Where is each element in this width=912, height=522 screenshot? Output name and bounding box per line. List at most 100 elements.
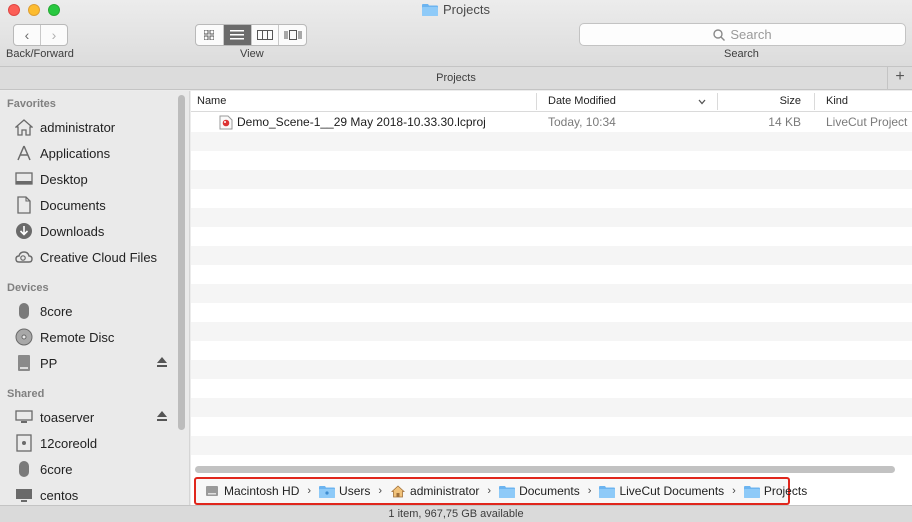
empty-row [191,170,912,189]
empty-row [191,360,912,379]
icon-view-button[interactable] [196,25,223,45]
sidebar-scrollbar[interactable] [178,95,185,430]
sidebar-item-applications[interactable]: Applications [0,141,175,165]
sidebar-item-creative-cloud[interactable]: Creative Cloud Files [0,245,175,269]
empty-row [191,284,912,303]
cover-flow-icon [284,30,302,40]
empty-row [191,341,912,360]
folder-icon [599,484,616,498]
sidebar-item-8core[interactable]: 8core [0,299,175,323]
tab-title: Projects [436,72,476,84]
empty-row [191,189,912,208]
eject-icon[interactable] [157,411,167,421]
home-icon [390,484,406,498]
chevron-right-icon: › [378,485,383,497]
window-title: Projects [0,2,912,19]
empty-row [191,151,912,170]
chevron-right-icon: › [487,485,492,497]
breadcrumb-item-administrator[interactable]: administrator [390,484,479,498]
applications-icon [14,143,34,163]
sidebar-item-6core[interactable]: 6core [0,457,175,481]
back-forward-label: Back/Forward [6,48,74,60]
breadcrumb: Macintosh HD › Users › administrator › D… [194,477,807,505]
horizontal-scrollbar[interactable] [195,466,895,473]
breadcrumb-item-macintosh-hd[interactable]: Macintosh HD [204,484,299,498]
file-date: Today, 10:34 [548,115,616,129]
new-tab-button[interactable]: + [887,67,912,89]
sidebar-item-administrator[interactable]: administrator [0,115,175,139]
search-field[interactable]: Search [579,23,906,46]
empty-row [191,417,912,436]
plus-icon: + [895,68,905,85]
home-icon [14,117,34,137]
breadcrumb-item-documents[interactable]: Documents [499,484,580,498]
drive-icon [14,353,34,373]
table-row[interactable]: Demo_Scene-1__29 May 2018-10.33.30.lcpro… [191,113,912,132]
status-bar: 1 item, 967,75 GB available [0,505,912,522]
sidebar-item-pp[interactable]: PP [0,351,175,375]
sidebar-header-favorites: Favorites [7,98,56,110]
chevron-down-icon [698,99,706,105]
folder-icon [743,484,760,498]
view-control [195,24,307,46]
chevron-left-icon: ‹ [24,27,30,43]
column-header-kind[interactable]: Kind [820,91,912,112]
empty-row [191,208,912,227]
search-icon [713,28,726,41]
tab-header: Projects + [0,67,912,90]
hard-drive-icon [204,484,220,498]
empty-row [191,379,912,398]
column-header-name[interactable]: Name [191,91,536,112]
sidebar-item-toaserver[interactable]: toaserver [0,405,175,429]
computer-icon [14,433,34,453]
sidebar-item-12coreold[interactable]: 12coreold [0,431,175,455]
sidebar-item-desktop[interactable]: Desktop [0,167,175,191]
file-list: Name Date Modified Size Kind Demo_Scene-… [191,91,912,505]
cover-flow-button[interactable] [278,25,306,45]
empty-row [191,132,912,151]
empty-row [191,246,912,265]
empty-row [191,265,912,284]
sidebar-item-documents[interactable]: Documents [0,193,175,217]
forward-button[interactable]: › [40,25,67,45]
chevron-right-icon: › [51,27,57,43]
server-icon [14,407,34,427]
list-view-button[interactable] [222,25,251,45]
folder-icon [422,3,439,19]
chevron-right-icon: › [587,485,592,497]
columns-icon [256,30,273,40]
sidebar-item-remote-disc[interactable]: Remote Disc [0,325,175,349]
toolbar: Projects ‹ › Back/Forward View Search Se… [0,0,912,67]
sidebar-item-downloads[interactable]: Downloads [0,219,175,243]
back-button[interactable]: ‹ [14,25,40,45]
documents-icon [14,195,34,215]
folder-icon [499,484,516,498]
chevron-right-icon: › [307,485,312,497]
file-name: Demo_Scene-1__29 May 2018-10.33.30.lcpro… [237,115,486,129]
empty-row [191,398,912,417]
lcproj-file-icon [219,115,233,133]
column-divider [814,93,815,110]
empty-row [191,227,912,246]
empty-row [191,322,912,341]
column-header-date[interactable]: Date Modified [542,91,717,112]
sidebar-item-centos[interactable]: centos [0,483,175,505]
breadcrumb-item-projects[interactable]: Projects [743,484,807,498]
search-label: Search [724,48,759,60]
computer-icon [14,459,34,479]
list-icon [230,30,245,40]
monitor-icon [14,485,34,505]
grid-icon [204,30,215,40]
creative-cloud-icon [14,247,34,267]
column-divider [536,93,537,110]
file-kind: LiveCut Project [826,115,908,129]
eject-icon[interactable] [157,357,167,367]
column-view-button[interactable] [250,25,279,45]
breadcrumb-item-livecut-documents[interactable]: LiveCut Documents [599,484,724,498]
sidebar-header-shared: Shared [7,388,45,400]
breadcrumb-item-users[interactable]: Users [319,484,370,498]
status-text: 1 item, 967,75 GB available [388,508,524,520]
sidebar: Favorites administrator Applications Des… [0,91,190,505]
sidebar-header-devices: Devices [7,282,49,294]
column-header-size[interactable]: Size [717,91,813,112]
